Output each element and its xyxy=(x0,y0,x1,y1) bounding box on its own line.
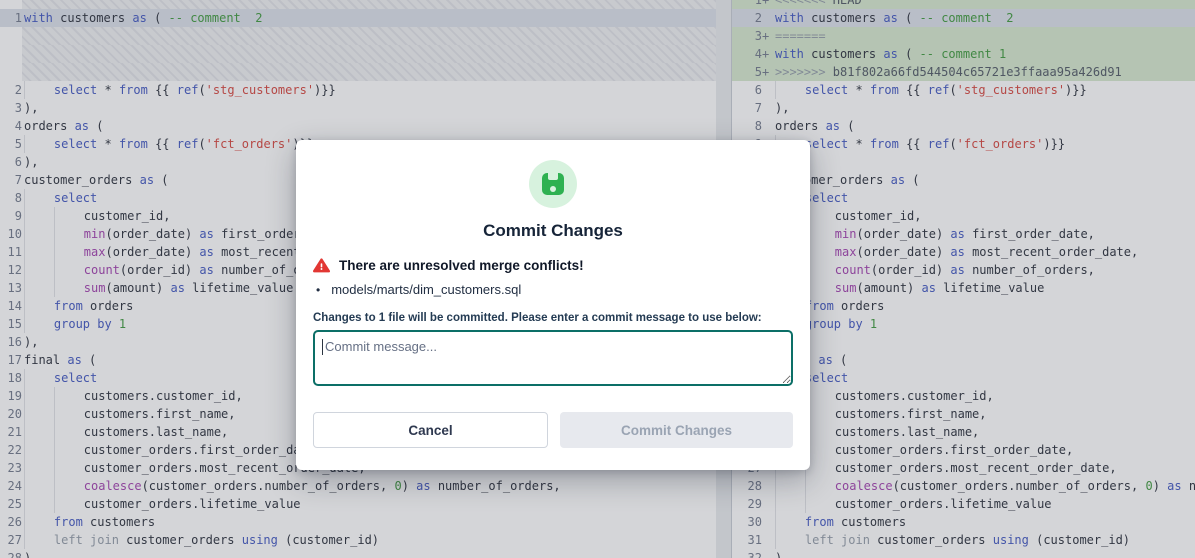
commit-instruction: Changes to 1 file will be committed. Ple… xyxy=(313,312,793,324)
modal-title: Commit Changes xyxy=(313,221,793,241)
commit-changes-button[interactable]: Commit Changes xyxy=(560,412,793,448)
commit-message-input[interactable] xyxy=(313,330,793,386)
conflict-file-item: • models/marts/dim_customers.sql xyxy=(313,282,793,297)
commit-changes-modal: Commit Changes There are unresolved merg… xyxy=(296,140,810,470)
warning-icon xyxy=(313,258,330,273)
text-cursor xyxy=(322,339,323,355)
save-icon xyxy=(529,160,577,208)
warning-text: There are unresolved merge conflicts! xyxy=(339,258,584,273)
merge-conflict-warning: There are unresolved merge conflicts! xyxy=(313,258,793,273)
bullet-icon: • xyxy=(316,283,320,297)
conflict-file-name: models/marts/dim_customers.sql xyxy=(331,282,521,297)
cancel-button[interactable]: Cancel xyxy=(313,412,548,448)
